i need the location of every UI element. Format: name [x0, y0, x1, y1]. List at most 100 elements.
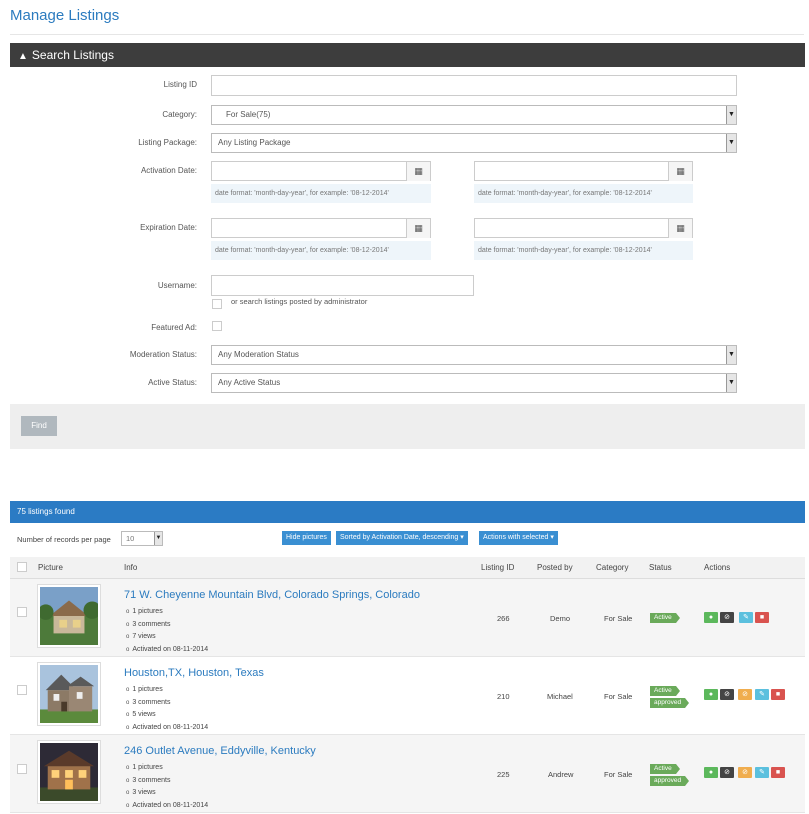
expiration-date-to-input[interactable]: ▦ — [474, 218, 693, 238]
category-cell: For Sale — [604, 614, 633, 623]
listing-package-value: Any Listing Package — [218, 138, 291, 147]
listing-comments-count: 3 comments — [126, 619, 208, 632]
delete-icon[interactable]: ■ — [755, 612, 769, 623]
delete-icon[interactable]: ■ — [771, 767, 785, 778]
house-photo — [40, 743, 98, 801]
listing-pictures-count: 1 pictures — [126, 762, 208, 775]
username-input[interactable] — [211, 275, 474, 296]
listing-title-link[interactable]: 246 Outlet Avenue, Eddyville, Kentucky — [124, 745, 316, 757]
column-listing-id: Listing ID — [481, 563, 515, 572]
column-actions: Actions — [704, 563, 731, 572]
block-icon[interactable]: ⊘ — [738, 689, 752, 700]
username-label: Username: — [157, 281, 197, 290]
listing-id-cell: 225 — [497, 770, 510, 779]
comment-icon[interactable]: ● — [704, 612, 718, 623]
find-bar — [10, 404, 805, 449]
listing-title-link[interactable]: Houston,TX, Houston, Texas — [124, 667, 264, 679]
listing-comments-count: 3 comments — [126, 697, 208, 710]
listing-activated-date: Activated on 08-11-2014 — [126, 722, 208, 735]
listing-thumbnail[interactable] — [37, 584, 101, 648]
comment-icon[interactable]: ● — [704, 767, 718, 778]
deactivate-icon[interactable]: ⊘ — [720, 767, 734, 778]
listing-activated-date: Activated on 08-11-2014 — [126, 644, 208, 657]
activation-date-from-input[interactable]: ▦ — [211, 161, 431, 181]
listing-id-input[interactable] — [211, 75, 737, 96]
featured-ad-label: Featured Ad: — [151, 323, 197, 332]
status-badge: Active — [650, 686, 680, 696]
caret-down-icon: ▾ — [550, 534, 554, 541]
date-format-hint: date format: 'month-day-year', for examp… — [474, 184, 693, 203]
comment-icon[interactable]: ● — [704, 689, 718, 700]
active-status-select[interactable]: Any Active Status ▼ — [211, 373, 737, 393]
column-status: Status — [649, 563, 672, 572]
category-select[interactable]: For Sale(75) ▼ — [211, 105, 737, 125]
listing-thumbnail[interactable] — [37, 740, 101, 804]
active-status-value: Any Active Status — [218, 378, 281, 387]
listing-activated-date: Activated on 08-11-2014 — [126, 800, 208, 813]
delete-icon[interactable]: ■ — [771, 689, 785, 700]
records-per-page-value: 10 — [126, 534, 135, 543]
featured-ad-checkbox[interactable] — [212, 321, 222, 331]
category-label: Category: — [162, 110, 197, 119]
listing-id-cell: 266 — [497, 614, 510, 623]
category-cell: For Sale — [604, 770, 633, 779]
row-checkbox[interactable] — [17, 607, 27, 617]
moderation-badge: approved — [650, 698, 690, 708]
row-checkbox[interactable] — [17, 764, 27, 774]
block-icon[interactable]: ⊘ — [738, 767, 752, 778]
edit-icon[interactable]: ✎ — [755, 767, 769, 778]
moderation-status-label: Moderation Status: — [129, 350, 197, 359]
listing-meta: 1 pictures 3 comments 5 views Activated … — [126, 684, 208, 734]
records-per-page-label: Number of records per page — [17, 535, 111, 544]
date-format-hint: date format: 'month-day-year', for examp… — [211, 184, 431, 203]
moderation-badge: approved — [650, 776, 690, 786]
listing-views-count: 3 views — [126, 787, 208, 800]
house-photo — [40, 665, 98, 723]
date-format-hint: date format: 'month-day-year', for examp… — [474, 241, 693, 260]
listing-pictures-count: 1 pictures — [126, 606, 208, 619]
calendar-icon[interactable]: ▦ — [668, 219, 692, 238]
status-badge: Active — [650, 613, 680, 623]
listing-comments-count: 3 comments — [126, 775, 208, 788]
find-button[interactable]: Find — [21, 416, 57, 436]
select-arrow-icon: ▼ — [726, 106, 736, 124]
edit-icon[interactable]: ✎ — [739, 612, 753, 623]
select-arrow-icon: ▼ — [154, 532, 162, 545]
select-all-checkbox[interactable] — [17, 562, 27, 572]
search-header-label: Search Listings — [31, 48, 114, 62]
listing-id-label: Listing ID — [163, 80, 197, 89]
title-divider — [10, 34, 804, 35]
calendar-icon[interactable]: ▦ — [406, 219, 430, 238]
activation-date-to-input[interactable]: ▦ — [474, 161, 693, 181]
row-checkbox[interactable] — [17, 685, 27, 695]
column-picture: Picture — [38, 563, 63, 572]
moderation-status-select[interactable]: Any Moderation Status ▼ — [211, 345, 737, 365]
house-photo — [38, 587, 101, 645]
listing-title-link[interactable]: 71 W. Cheyenne Mountain Blvd, Colorado S… — [124, 589, 420, 601]
listing-package-label: Listing Package: — [138, 138, 197, 147]
records-per-page-select[interactable]: 10 ▼ — [121, 531, 163, 546]
actions-with-selected-button[interactable]: Actions with selected ▾ — [479, 531, 558, 545]
category-cell: For Sale — [604, 692, 633, 701]
posted-by-cell: Demo — [550, 614, 571, 623]
hide-pictures-button[interactable]: Hide pictures — [282, 531, 331, 545]
deactivate-icon[interactable]: ⊘ — [720, 689, 734, 700]
listing-meta: 1 pictures 3 comments 3 views Activated … — [126, 762, 208, 812]
admin-listings-checkbox[interactable] — [212, 299, 222, 309]
edit-icon[interactable]: ✎ — [755, 689, 769, 700]
expiration-date-from-input[interactable]: ▦ — [211, 218, 431, 238]
column-posted-by: Posted by — [537, 563, 573, 572]
calendar-icon[interactable]: ▦ — [668, 162, 692, 181]
deactivate-icon[interactable]: ⊘ — [720, 612, 734, 623]
listing-id-cell: 210 — [497, 692, 510, 701]
search-listings-toggle[interactable]: ▲ Search Listings — [10, 43, 805, 67]
listing-thumbnail[interactable] — [37, 662, 101, 726]
listing-package-select[interactable]: Any Listing Package ▼ — [211, 133, 737, 153]
active-status-label: Active Status: — [148, 378, 197, 387]
calendar-icon[interactable]: ▦ — [406, 162, 430, 181]
page-title: Manage Listings — [10, 7, 120, 24]
activation-date-label: Activation Date: — [140, 166, 197, 175]
expiration-date-label: Expiration Date: — [140, 223, 197, 232]
sort-dropdown-button[interactable]: Sorted by Activation Date, descending ▾ — [336, 531, 468, 545]
select-arrow-icon: ▼ — [726, 374, 736, 392]
